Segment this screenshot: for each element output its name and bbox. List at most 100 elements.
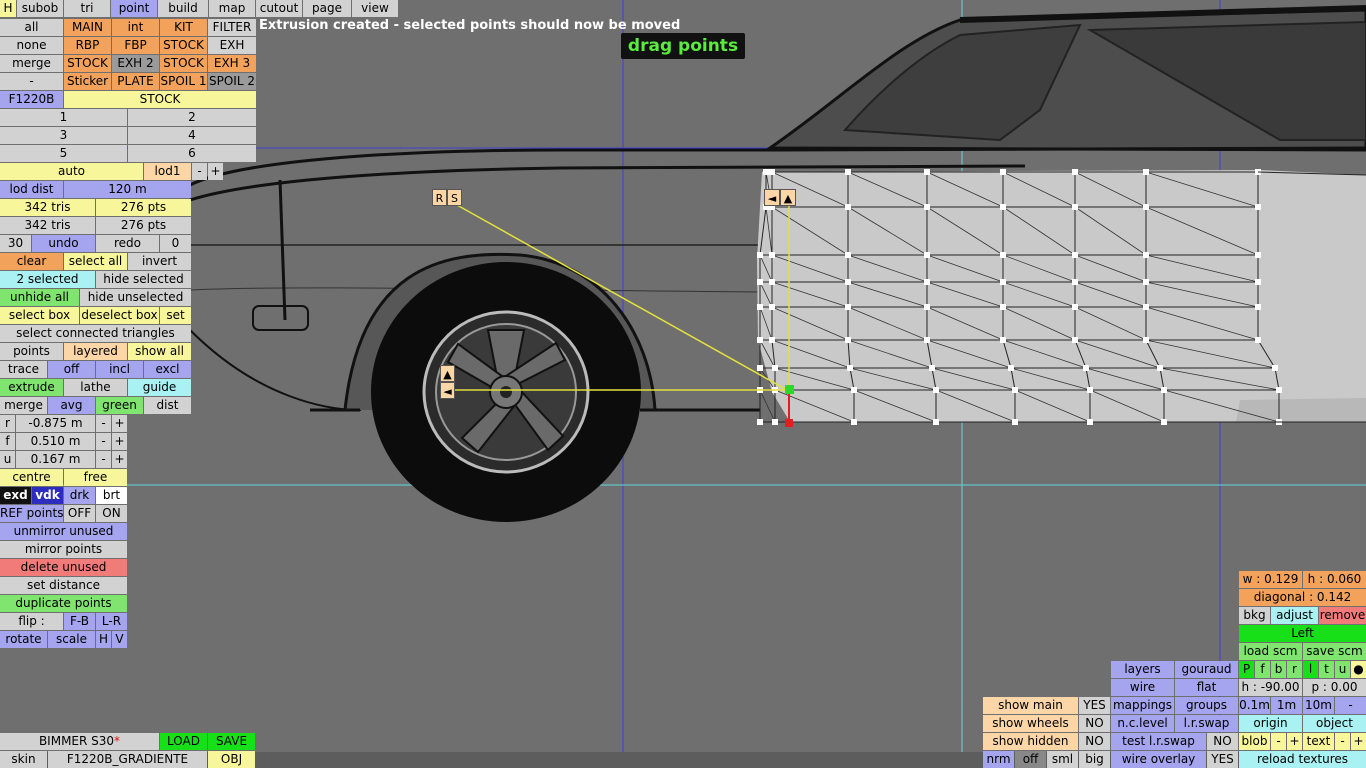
select-connected-button[interactable]: select connected triangles [0,325,191,342]
mesh-vertex[interactable] [1087,419,1093,425]
part-rbp[interactable]: RBP [64,37,111,54]
mesh-vertex[interactable] [1087,387,1093,393]
shade-drk[interactable]: drk [64,487,95,504]
flat-button[interactable]: flat [1175,679,1238,696]
trace-incl[interactable]: incl [96,361,143,378]
test-lr-swap-toggle[interactable]: NO [1207,733,1238,750]
save-button[interactable]: SAVE [208,733,255,750]
mesh-vertex[interactable] [1143,337,1149,343]
ref-points-on[interactable]: ON [96,505,127,522]
rotate-handle-r[interactable]: R [432,189,447,206]
mesh-vertex[interactable] [769,304,775,310]
f-value[interactable]: 0.510 m [16,433,95,450]
scale-button[interactable]: scale [48,631,95,648]
ref-points-off[interactable]: OFF [64,505,95,522]
mesh-vertex[interactable] [1143,279,1149,285]
part-fbp[interactable]: FBP [112,37,159,54]
layers-button[interactable]: layers [1111,661,1174,678]
mesh-vertex[interactable] [757,252,763,258]
wire-overlay-toggle[interactable]: YES [1207,751,1238,768]
size-big[interactable]: big [1079,751,1110,768]
mesh-vertex[interactable] [757,304,763,310]
lod-plus-button[interactable]: + [208,163,223,180]
mappings-button[interactable]: mappings [1111,697,1174,714]
view-p[interactable]: P [1239,661,1254,678]
mesh-vertex[interactable] [1000,304,1006,310]
mesh-vertex[interactable] [1072,337,1078,343]
mesh-vertex[interactable] [924,204,930,210]
gouraud-button[interactable]: gouraud [1175,661,1238,678]
part-stock[interactable]: STOCK [160,37,207,54]
mesh-vertex[interactable] [1072,279,1078,285]
mesh-vertex[interactable] [933,419,939,425]
mesh-vertex[interactable] [1072,169,1078,175]
groups-button[interactable]: groups [1175,697,1238,714]
mesh-vertex[interactable] [1161,387,1167,393]
u-value[interactable]: 0.167 m [16,451,95,468]
u-plus-button[interactable]: + [112,451,127,468]
mesh-vertex[interactable] [1255,304,1261,310]
mesh-vertex[interactable] [1012,419,1018,425]
step-1m[interactable]: 1m [1271,697,1302,714]
r-minus-button[interactable]: - [96,415,111,432]
shade-vdk[interactable]: vdk [32,487,63,504]
part-name[interactable]: F1220B [0,91,63,108]
flip-fb-button[interactable]: F-B [64,613,95,630]
filter-kit[interactable]: KIT [160,19,207,36]
test-lr-swap-button[interactable]: test l.r.swap [1111,733,1206,750]
mesh-vertex[interactable] [1255,252,1261,258]
mesh-vertex[interactable] [845,252,851,258]
origin-button[interactable]: origin [1239,715,1302,732]
view-l[interactable]: l [1303,661,1318,678]
part-exh-2[interactable]: EXH 2 [112,55,159,72]
mesh-vertex[interactable] [845,279,851,285]
mesh-vertex[interactable] [1255,279,1261,285]
mesh-vertex[interactable] [769,169,775,175]
mesh-vertex[interactable] [1272,365,1278,371]
mesh-vertex[interactable] [1143,304,1149,310]
tab-h[interactable]: H [0,0,16,17]
part-exh-3[interactable]: EXH 3 [208,55,256,72]
mesh-vertex[interactable] [1072,304,1078,310]
mesh-vertex[interactable] [1072,204,1078,210]
u-minus-button[interactable]: - [96,451,111,468]
mesh-vertex[interactable] [1000,204,1006,210]
r-value[interactable]: -0.875 m [16,415,95,432]
pitch-readout[interactable]: p : 0.00 [1303,679,1366,696]
flip-lr-button[interactable]: L-R [96,613,127,630]
view-side-left[interactable]: Left [1239,625,1366,642]
part-exh[interactable]: EXH [208,37,256,54]
filter-button[interactable]: FILTER [208,19,256,36]
mesh-vertex[interactable] [769,337,775,343]
blob-minus-button[interactable]: - [1271,733,1286,750]
mesh-vertex[interactable] [1000,252,1006,258]
part-stock-2[interactable]: STOCK [64,55,111,72]
avg-button[interactable]: avg [48,397,95,414]
mesh-vertex[interactable] [1000,279,1006,285]
obj-button[interactable]: OBJ [208,751,255,768]
tab-cutout[interactable]: cutout [256,0,302,17]
set-distance-button[interactable]: set distance [0,577,127,594]
view-f[interactable]: f [1255,661,1270,678]
show-main-toggle[interactable]: YES [1079,697,1110,714]
text-plus-button[interactable]: + [1351,733,1366,750]
view-r[interactable]: r [1287,661,1302,678]
filter-none[interactable]: none [0,37,63,54]
green-button[interactable]: green [96,397,143,414]
h-button[interactable]: H [96,631,111,648]
f-minus-button[interactable]: - [96,433,111,450]
mesh-vertex[interactable] [772,419,778,425]
adjust-button[interactable]: adjust [1271,607,1318,624]
mesh-vertex[interactable] [769,279,775,285]
select-box-button[interactable]: select box [0,307,79,324]
mesh-vertex[interactable] [1012,387,1018,393]
filter-merge[interactable]: merge [0,55,63,72]
scale-handle-s[interactable]: S [447,189,462,206]
slot-4[interactable]: 4 [128,127,256,144]
show-hidden-toggle[interactable]: NO [1079,733,1110,750]
mesh-vertex[interactable] [757,279,763,285]
mesh-vertex[interactable] [924,279,930,285]
text-minus-button[interactable]: - [1335,733,1350,750]
deselect-box-button[interactable]: deselect box [80,307,159,324]
view-u[interactable]: u [1335,661,1350,678]
